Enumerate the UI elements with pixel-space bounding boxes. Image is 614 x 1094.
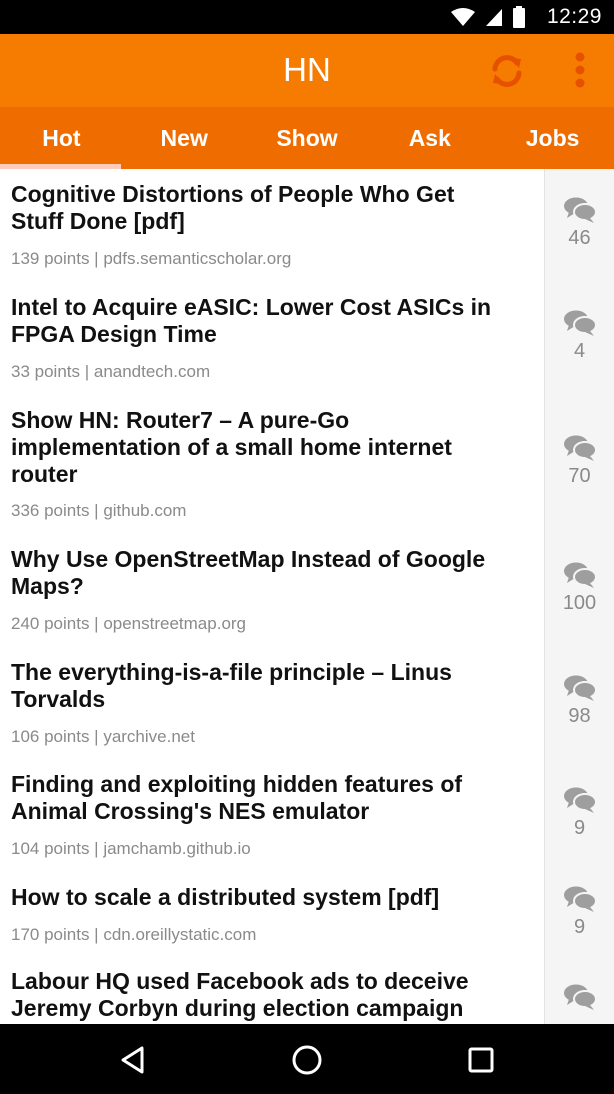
story-meta: 336 points | github.com	[11, 501, 187, 520]
comment-icon	[563, 197, 597, 223]
story-meta: 33 points | anandtech.com	[11, 362, 211, 381]
back-button[interactable]	[113, 1040, 153, 1080]
signal-icon	[486, 9, 502, 26]
tab-label: Ask	[408, 124, 451, 151]
navigation-bar	[0, 1024, 614, 1094]
comments-button[interactable]: 70	[545, 435, 614, 488]
story-title[interactable]: Why Use OpenStreetMap Instead of Google …	[11, 546, 531, 600]
more-options-button[interactable]	[565, 48, 595, 92]
comment-icon	[563, 886, 597, 912]
comment-icon	[563, 787, 597, 813]
story-meta: 139 points | pdfs.semanticscholar.org	[11, 249, 292, 268]
comment-count: 9	[573, 817, 586, 839]
comments-button[interactable]: 4	[545, 310, 614, 363]
comment-count: 70	[568, 465, 591, 487]
comment-icon	[563, 562, 597, 588]
tab-hot[interactable]: Hot	[0, 107, 123, 169]
list-item[interactable]: Finding and exploiting hidden features o…	[0, 759, 614, 872]
story-title[interactable]: Labour HQ used Facebook ads to deceive J…	[11, 968, 531, 1022]
story-title[interactable]: Show HN: Router7 – A pure-Go implementat…	[11, 407, 531, 488]
story-meta: 104 points | jamchamb.github.io	[11, 839, 251, 858]
refresh-button[interactable]	[486, 50, 528, 92]
app-bar: HN	[0, 34, 614, 107]
comment-count: 100	[562, 592, 597, 614]
status-bar: 12:29	[0, 0, 614, 34]
story-title[interactable]: The everything-is-a-file principle – Lin…	[11, 659, 531, 713]
home-button[interactable]	[287, 1040, 327, 1080]
story-meta: 170 points | cdn.oreillystatic.com	[11, 925, 257, 944]
status-time: 12:29	[546, 5, 602, 28]
tab-ask[interactable]: Ask	[368, 107, 491, 169]
comments-button[interactable]: 9	[545, 787, 614, 840]
recents-button[interactable]	[461, 1040, 501, 1080]
list-item[interactable]: Show HN: Router7 – A pure-Go implementat…	[0, 395, 614, 534]
list-item[interactable]: How to scale a distributed system [pdf] …	[0, 872, 614, 958]
story-list[interactable]: Cognitive Distortions of People Who Get …	[0, 169, 614, 1024]
status-icons	[450, 6, 526, 28]
more-vert-icon	[575, 52, 585, 88]
list-item[interactable]: Intel to Acquire eASIC: Lower Cost ASICs…	[0, 282, 614, 395]
list-item[interactable]: Labour HQ used Facebook ads to deceive J…	[0, 958, 614, 1024]
tab-show[interactable]: Show	[246, 107, 369, 169]
home-icon	[292, 1045, 322, 1075]
wifi-icon	[451, 8, 475, 26]
story-title[interactable]: How to scale a distributed system [pdf]	[11, 884, 531, 911]
story-title[interactable]: Cognitive Distortions of People Who Get …	[11, 181, 531, 235]
story-meta: 240 points | openstreetmap.org	[11, 614, 247, 633]
recents-icon	[468, 1047, 494, 1073]
list-item[interactable]: The everything-is-a-file principle – Lin…	[0, 647, 614, 759]
comments-button[interactable]: 100	[545, 562, 614, 615]
tab-label: New	[160, 124, 208, 151]
comment-icon	[563, 984, 597, 1010]
story-meta: 106 points | yarchive.net	[11, 727, 195, 746]
tab-label: Jobs	[525, 124, 580, 151]
comment-icon	[563, 675, 597, 701]
list-item[interactable]: Why Use OpenStreetMap Instead of Google …	[0, 534, 614, 647]
tab-jobs[interactable]: Jobs	[491, 107, 614, 169]
comment-icon	[563, 435, 597, 461]
comments-button[interactable]: 98	[545, 675, 614, 728]
battery-icon	[513, 6, 525, 28]
comment-count: 4	[573, 340, 586, 362]
comments-button[interactable]: 9	[545, 886, 614, 939]
comment-count: 46	[568, 227, 591, 249]
tab-label: Hot	[42, 124, 81, 151]
comments-button[interactable]: 46	[545, 197, 614, 250]
tab-label: Show	[276, 124, 338, 151]
story-title[interactable]: Intel to Acquire eASIC: Lower Cost ASICs…	[11, 294, 531, 348]
story-title[interactable]: Finding and exploiting hidden features o…	[11, 771, 531, 825]
comment-count: 98	[568, 705, 591, 727]
list-item[interactable]: Cognitive Distortions of People Who Get …	[0, 169, 614, 282]
comments-button[interactable]	[545, 984, 614, 1010]
comment-icon	[563, 310, 597, 336]
refresh-icon	[492, 55, 522, 87]
back-icon	[121, 1046, 144, 1074]
tab-new[interactable]: New	[123, 107, 246, 169]
comment-count: 9	[573, 916, 586, 938]
tab-bar: Hot New Show Ask Jobs	[0, 107, 614, 169]
